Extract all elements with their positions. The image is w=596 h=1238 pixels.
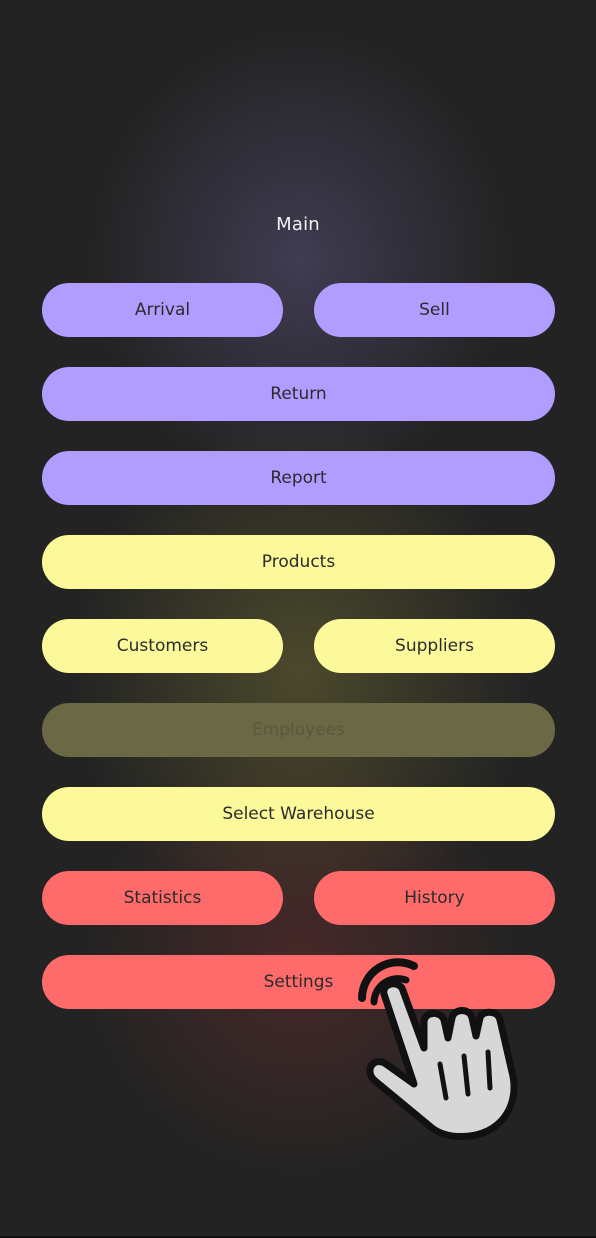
pointing-hand-tap-icon <box>358 958 518 1140</box>
select-warehouse-button[interactable]: Select Warehouse <box>42 787 555 841</box>
finger-crease-3 <box>485 1049 493 1091</box>
page-title: Main <box>276 214 320 235</box>
report-button[interactable]: Report <box>42 451 555 505</box>
hand-shape <box>366 980 518 1140</box>
statistics-button[interactable]: Statistics <box>42 871 283 925</box>
return-button[interactable]: Return <box>42 367 555 421</box>
arrival-button[interactable]: Arrival <box>42 283 283 337</box>
products-button[interactable]: Products <box>42 535 555 589</box>
customers-button[interactable]: Customers <box>42 619 283 673</box>
suppliers-button[interactable]: Suppliers <box>314 619 555 673</box>
sell-button[interactable]: Sell <box>314 283 555 337</box>
employees-button: Employees <box>42 703 555 757</box>
history-button[interactable]: History <box>314 871 555 925</box>
